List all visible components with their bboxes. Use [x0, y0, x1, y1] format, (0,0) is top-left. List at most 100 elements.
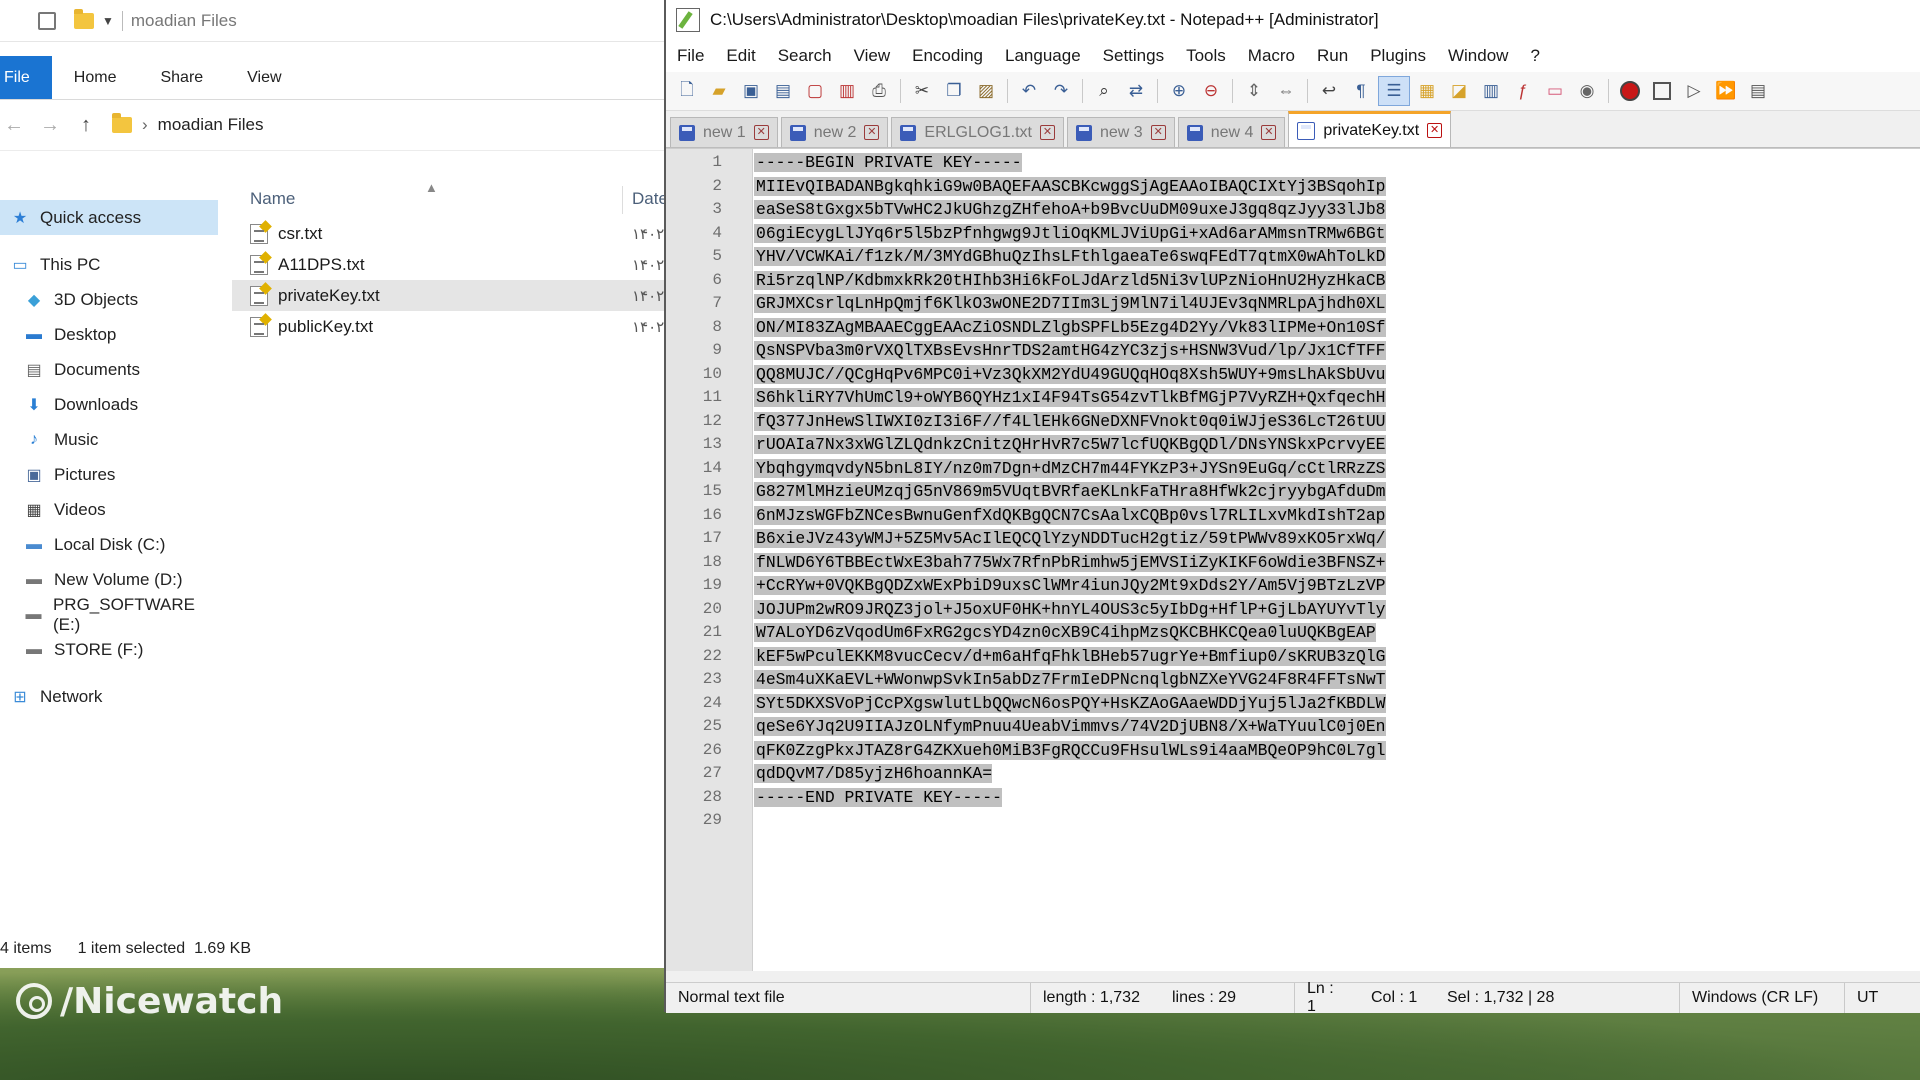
- code-line[interactable]: 18 fNLWD6Y6TBBEctWxE3bah775Wx7RfnPbRimhw5…: [703, 551, 1386, 575]
- nav-item-3d-objects[interactable]: ◆ 3D Objects: [0, 282, 218, 317]
- nav-item-desktop[interactable]: ▬ Desktop: [0, 317, 218, 352]
- save-all-icon[interactable]: ▤: [768, 77, 798, 105]
- replace-icon[interactable]: ⇄: [1121, 77, 1151, 105]
- code-line[interactable]: 19 +CcRYw+0VQKBgQDZxWExPbiD9uxsClWMr4iunJ…: [703, 574, 1386, 598]
- status-encoding[interactable]: UT: [1845, 983, 1890, 1013]
- folder-icon[interactable]: [74, 8, 94, 29]
- address-bar[interactable]: › moadian Files: [112, 107, 664, 143]
- status-eol[interactable]: Windows (CR LF): [1680, 983, 1845, 1013]
- code-line[interactable]: 15 G827MlMHzieUMzqjG5nV869m5VUqtBVRfaeKLn…: [703, 480, 1386, 504]
- tab-new-3[interactable]: new 3 ✕: [1067, 117, 1175, 147]
- code-line[interactable]: 20 JOJUPm2wRO9JRQZ3jol+J5oxUF0HK+hnYL4OUS…: [703, 598, 1386, 622]
- code-line[interactable]: 4 06giEcygLlJYq6r5l5bzPfnhgwg9JtliOqKMLJV…: [712, 222, 1386, 246]
- dropdown-icon[interactable]: ▼: [102, 14, 114, 28]
- copy-icon[interactable]: ❐: [939, 77, 969, 105]
- code-line[interactable]: 8 ON/MI83ZAgMBAAECggEAAcZiOSNDLZlgbSPFLb5…: [712, 316, 1386, 340]
- play-multiple-macro-icon[interactable]: ⏩: [1711, 77, 1741, 105]
- code-line[interactable]: 13 rUOAIa7Nx3xWGlZLQdnkzCnitzQHrHvR7c5W7l…: [703, 433, 1386, 457]
- close-tab-icon[interactable]: ✕: [1427, 123, 1443, 138]
- code-line[interactable]: 10 QQ8MUJC//QCgHqPv6MPC0i+Vz3QkXM2YdU49GU…: [703, 363, 1386, 387]
- menu-file[interactable]: File: [666, 46, 715, 66]
- redo-icon[interactable]: ↷: [1046, 77, 1076, 105]
- code-line[interactable]: 6 Ri5rzqlNP/KdbmxkRk20tHIhb3Hi6kFoLJdArzl…: [712, 269, 1386, 293]
- code-line[interactable]: 3 eaSeS8tGxgx5bTVwHC2JkUGhzgZHfehoA+b9Bvc…: [712, 198, 1386, 222]
- monitoring-icon[interactable]: ◉: [1572, 77, 1602, 105]
- close-tab-icon[interactable]: ✕: [1040, 125, 1055, 140]
- nav-item-network[interactable]: ⊞ Network: [0, 679, 218, 714]
- find-icon[interactable]: ⌕: [1089, 77, 1119, 105]
- menu-view[interactable]: View: [843, 46, 902, 66]
- close-tab-icon[interactable]: ✕: [1150, 125, 1166, 140]
- ribbon-tab-file[interactable]: File: [0, 56, 52, 99]
- show-all-characters-icon[interactable]: ¶: [1346, 77, 1376, 105]
- code-line[interactable]: 9 QsNSPVba3m0rVXQlTXBsEvsHnrTDS2amtHG4zYC…: [712, 339, 1386, 363]
- sync-vertical-icon[interactable]: ⇕: [1239, 77, 1269, 105]
- checkbox-icon[interactable]: [38, 11, 56, 30]
- code-line[interactable]: 28 -----END PRIVATE KEY-----: [703, 786, 1386, 810]
- close-file-icon[interactable]: ▢: [800, 77, 830, 105]
- user-language-icon[interactable]: ▦: [1412, 77, 1442, 105]
- nav-item-pictures[interactable]: ▣ Pictures: [0, 457, 218, 492]
- menu-plugins[interactable]: Plugins: [1359, 46, 1437, 66]
- code-line[interactable]: 7 GRJMXCsrlqLnHpQmjf6KlkO3wONE2D7IIm3Lj9M…: [712, 292, 1386, 316]
- code-line[interactable]: 11 S6hkliRY7VhUmCl9+oWYB6QYHz1xI4F94TsG54…: [703, 386, 1386, 410]
- function-list-icon[interactable]: ▥: [1476, 77, 1506, 105]
- menu-search[interactable]: Search: [767, 46, 843, 66]
- word-wrap-icon[interactable]: ↩: [1314, 77, 1344, 105]
- code-line[interactable]: 14 YbqhgymqvdyN5bnL8IY/nz0m7Dgn+dMzCH7m44…: [703, 457, 1386, 481]
- project-panel-icon[interactable]: ▭: [1540, 77, 1570, 105]
- code-line[interactable]: 17 B6xieJVz43yWMJ+5Z5Mv5AcIlEQCQlYzyNDDTu…: [703, 527, 1386, 551]
- save-macro-icon[interactable]: ▤: [1743, 77, 1773, 105]
- code-line[interactable]: 25 qeSe6YJq2U9IIAJzOLNfymPnuu4UeabVimmvs/…: [703, 715, 1386, 739]
- up-arrow-icon[interactable]: ↑: [76, 114, 96, 137]
- cut-icon[interactable]: ✂: [907, 77, 937, 105]
- menu-help[interactable]: ?: [1519, 46, 1550, 66]
- menu-settings[interactable]: Settings: [1092, 46, 1175, 66]
- code-line[interactable]: 29: [703, 809, 1386, 833]
- ribbon-tab-view[interactable]: View: [225, 56, 303, 99]
- code-line[interactable]: 24 SYt5DKXSVoPjCcPXgswlutLbQQwcN6osPQY+Hs…: [703, 692, 1386, 716]
- text-editor[interactable]: 1 -----BEGIN PRIVATE KEY----- 2 MIIEvQIBADA…: [666, 148, 1920, 971]
- nav-item-prg-software-e[interactable]: ▬ PRG_SOFTWARE (E:): [0, 595, 218, 634]
- menu-edit[interactable]: Edit: [715, 46, 766, 66]
- code-line[interactable]: 5 YHV/VCWKAi/f1zk/M/3MYdGBhuQzIhsLFthlgae…: [712, 245, 1386, 269]
- save-icon[interactable]: ▣: [736, 77, 766, 105]
- tab-new-1[interactable]: new 1 ✕: [670, 117, 778, 147]
- editor-content[interactable]: 1 -----BEGIN PRIVATE KEY----- 2 MIIEvQIBADA…: [703, 151, 1386, 833]
- folder-as-workspace-icon[interactable]: ƒ: [1508, 77, 1538, 105]
- nav-item-documents[interactable]: ▤ Documents: [0, 352, 218, 387]
- paste-icon[interactable]: ▨: [971, 77, 1001, 105]
- print-icon[interactable]: ⎙: [864, 77, 894, 105]
- close-all-icon[interactable]: ▥: [832, 77, 862, 105]
- menu-encoding[interactable]: Encoding: [901, 46, 994, 66]
- column-header-date[interactable]: Date: [632, 189, 668, 209]
- new-file-icon[interactable]: 🗋: [672, 77, 702, 105]
- nav-item-store-f[interactable]: ▬ STORE (F:): [0, 632, 218, 667]
- nav-item-quick-access[interactable]: ★ Quick access: [0, 200, 218, 235]
- column-header-name[interactable]: Name: [250, 189, 295, 209]
- nav-item-this-pc[interactable]: ▭ This PC: [0, 247, 218, 282]
- tab-new-2[interactable]: new 2 ✕: [780, 117, 889, 147]
- file-row-privatekey[interactable]: privateKey.txt ۱۴۰۲/: [232, 280, 668, 311]
- nav-item-local-disk-c[interactable]: ▬ Local Disk (C:): [0, 527, 218, 562]
- play-macro-icon[interactable]: ▷: [1679, 77, 1709, 105]
- tab-erlglog1[interactable]: ERLGLOG1.txt ✕: [891, 117, 1064, 147]
- menu-language[interactable]: Language: [994, 46, 1092, 66]
- close-tab-icon[interactable]: ✕: [753, 125, 769, 140]
- code-line[interactable]: 21 W7ALoYD6zVqodUm6FxRG2gcsYD4zn0cXB9C4ih…: [703, 621, 1386, 645]
- menu-macro[interactable]: Macro: [1237, 46, 1306, 66]
- code-line[interactable]: 27 qdDQvM7/D85yjzH6hoannKA=: [703, 762, 1386, 786]
- file-row-publickey[interactable]: publicKey.txt ۱۴۰۲/: [232, 311, 668, 342]
- ribbon-tab-home[interactable]: Home: [52, 56, 139, 99]
- code-line[interactable]: 22 kEF5wPculEKKM8vucCecv/d+m6aHfqFhklBHeb…: [703, 645, 1386, 669]
- nav-item-new-volume-d[interactable]: ▬ New Volume (D:): [0, 562, 218, 597]
- menu-run[interactable]: Run: [1306, 46, 1359, 66]
- nav-item-music[interactable]: ♪ Music: [0, 422, 218, 457]
- forward-arrow-icon[interactable]: →: [40, 114, 60, 137]
- code-line[interactable]: 23 4eSm4uXKaEVL+WWonwpSvkIn5abDz7FrmIeDPN…: [703, 668, 1386, 692]
- code-line[interactable]: 1 -----BEGIN PRIVATE KEY-----: [712, 151, 1386, 175]
- file-row-csr[interactable]: csr.txt ۱۴۰۲/: [232, 218, 668, 249]
- close-tab-icon[interactable]: ✕: [864, 125, 880, 140]
- nav-item-videos[interactable]: ▦ Videos: [0, 492, 218, 527]
- ribbon-tab-share[interactable]: Share: [138, 56, 225, 99]
